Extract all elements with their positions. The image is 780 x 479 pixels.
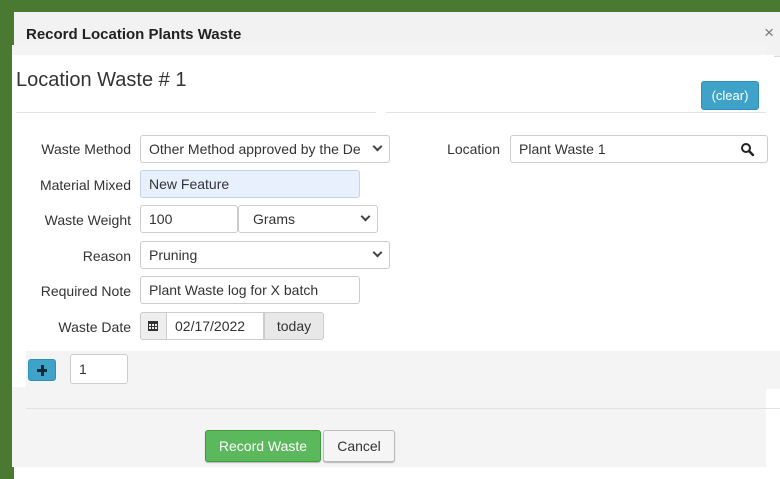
cancel-button[interactable]: Cancel — [323, 430, 395, 462]
waste-weight-label: Waste Weight — [44, 212, 131, 228]
waste-date-value: 02/17/2022 — [175, 318, 246, 334]
calendar-icon — [148, 321, 158, 331]
location-count-value: 1 — [79, 361, 87, 377]
plus-icon[interactable] — [28, 359, 56, 381]
footer-divider — [26, 408, 780, 409]
reason-value: Pruning — [149, 247, 198, 263]
material-mixed-input[interactable]: New Feature — [140, 170, 360, 198]
add-row-strip — [26, 351, 780, 389]
record-waste-button[interactable]: Record Waste — [205, 430, 321, 462]
location-search-button[interactable] — [728, 135, 768, 163]
waste-date-label: Waste Date — [58, 319, 131, 335]
chevron-down-icon — [372, 141, 383, 152]
waste-date-input[interactable]: 02/17/2022 — [166, 312, 264, 340]
section-title: Location Waste # 1 — [16, 69, 187, 91]
material-mixed-label: Material Mixed — [39, 177, 131, 193]
search-icon — [741, 143, 755, 157]
waste-weight-input[interactable]: 100 — [140, 205, 238, 233]
chevron-down-icon — [372, 247, 383, 258]
divider-right — [386, 112, 766, 113]
required-note-input[interactable]: Plant Waste log for X batch — [140, 276, 360, 304]
calendar-addon[interactable] — [140, 312, 166, 340]
location-value: Plant Waste 1 — [519, 141, 606, 157]
required-note-label: Required Note — [40, 283, 131, 299]
modal-title: Record Location Plants Waste — [26, 26, 242, 43]
waste-method-value: Other Method approved by the De — [149, 141, 361, 157]
material-mixed-value: New Feature — [149, 176, 230, 192]
location-count-input[interactable]: 1 — [70, 354, 128, 384]
divider-left — [16, 112, 376, 113]
reason-select[interactable]: Pruning — [140, 241, 390, 269]
weight-unit-select[interactable]: Grams — [238, 205, 378, 233]
close-icon[interactable]: × — [764, 24, 774, 42]
today-button[interactable]: today — [264, 312, 324, 340]
location-input[interactable]: Plant Waste 1 — [510, 135, 730, 163]
waste-weight-value: 100 — [149, 211, 173, 227]
required-note-value: Plant Waste log for X batch — [149, 282, 319, 298]
weight-unit-value: Grams — [253, 211, 295, 227]
chevron-down-icon — [360, 211, 371, 222]
reason-label: Reason — [82, 248, 131, 264]
clear-button[interactable]: (clear) — [701, 81, 759, 110]
waste-method-label: Waste Method — [41, 141, 131, 157]
location-label: Location — [447, 141, 500, 157]
waste-method-select[interactable]: Other Method approved by the De — [140, 135, 390, 163]
